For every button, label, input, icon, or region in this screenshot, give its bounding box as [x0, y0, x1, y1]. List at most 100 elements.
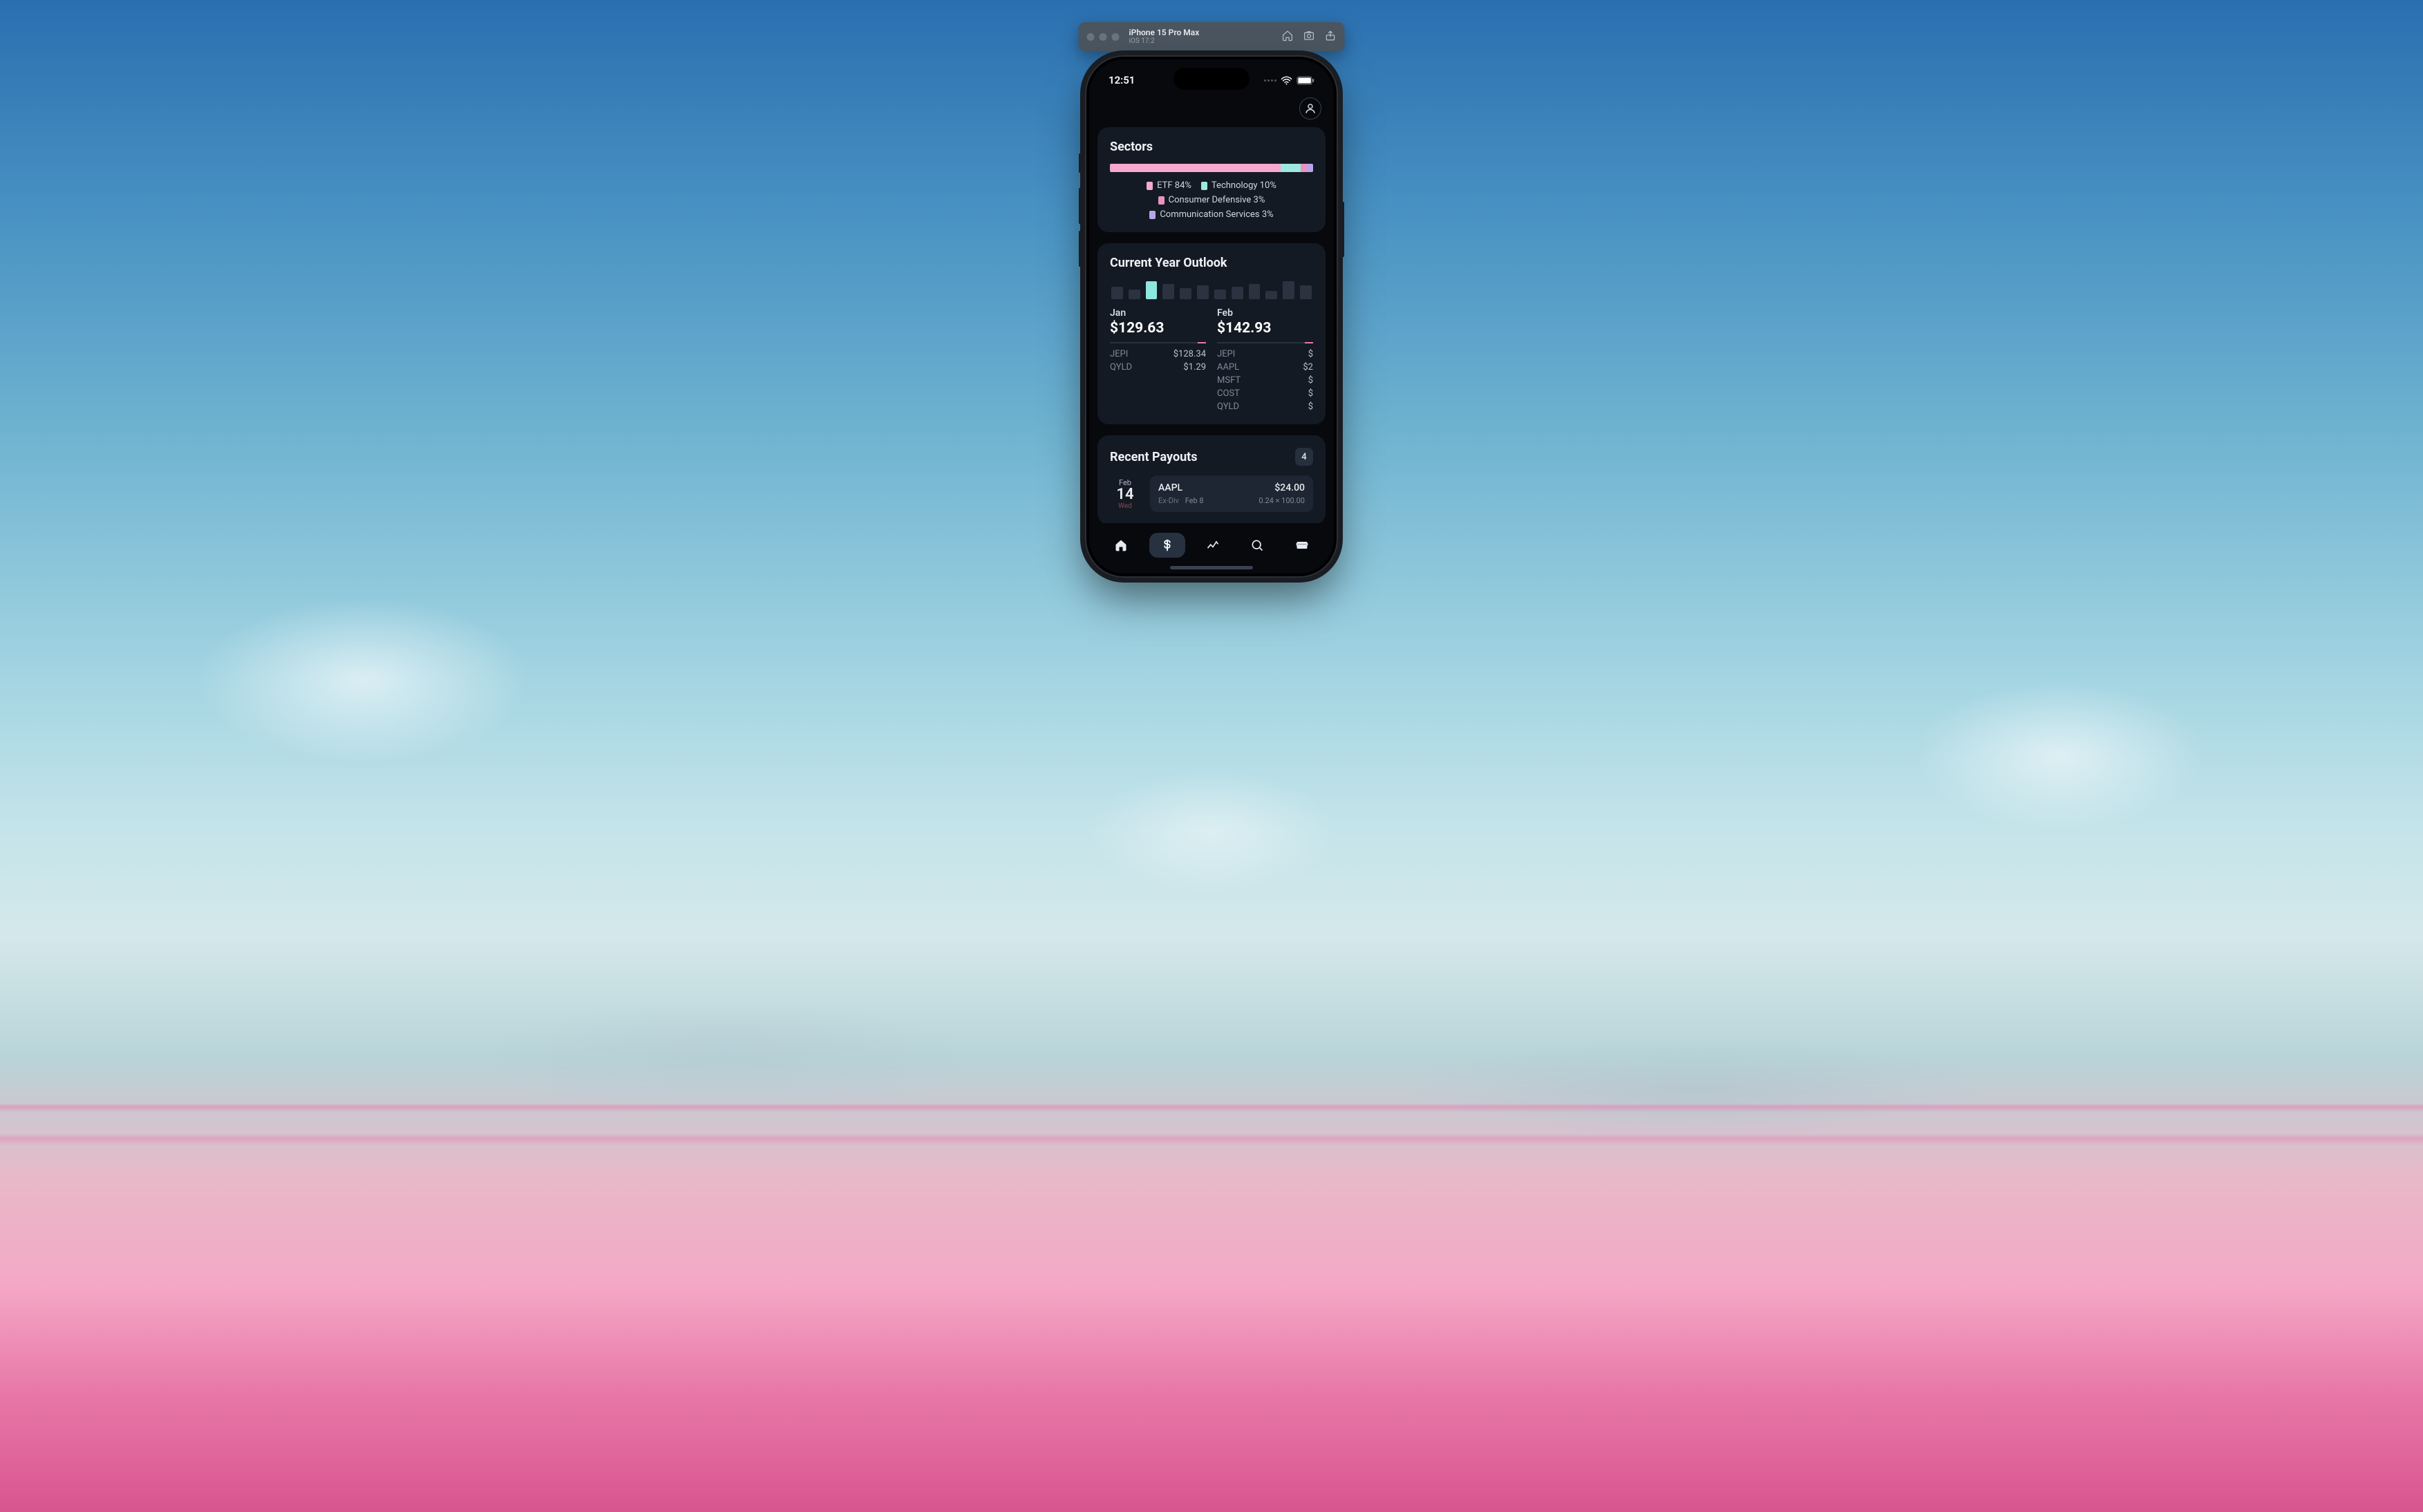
legend-item: Technology 10% [1201, 180, 1276, 191]
cellular-dots-icon [1264, 79, 1276, 82]
payout-breakdown: 0.24 × 100.00 [1258, 496, 1305, 505]
ticker-label: MSFT [1217, 375, 1241, 386]
amount-label: $ [1308, 375, 1313, 386]
amount-label: $ [1308, 401, 1313, 412]
wifi-icon [1281, 76, 1292, 85]
tab-card[interactable] [1285, 533, 1319, 558]
payout-amount: $24.00 [1274, 482, 1305, 493]
chart-line-icon [1206, 538, 1220, 552]
table-row: MSFT $ [1217, 375, 1313, 386]
ticker-label: QYLD [1110, 362, 1132, 372]
user-icon [1304, 102, 1317, 115]
payout-row: Feb 14 Wed AAPL $24.00 Ex-Div Feb 8 [1110, 475, 1313, 512]
device-frame: 12:51 Sectors ETF 84%Technology 10%Consu… [1086, 57, 1337, 576]
outlook-month-column: Feb$142.93JEPI$AAPL$2MSFT$COST$QYLD$ [1217, 308, 1313, 412]
dollar-icon [1160, 538, 1174, 552]
table-row: JEPI$128.34 [1110, 349, 1206, 359]
app-header [1089, 94, 1334, 127]
sectors-legend: ETF 84% Technology 10% Consumer Defensive … [1110, 180, 1313, 220]
table-row: QYLD$ [1217, 401, 1313, 412]
amount-label: $ [1308, 349, 1313, 359]
payout-ticker: AAPL [1158, 482, 1182, 493]
tab-bar [1089, 523, 1334, 565]
side-button-power [1342, 202, 1344, 257]
payouts-card: Recent Payouts 4 Feb 14 Wed AAPL $24.00 [1097, 435, 1326, 523]
payout-date-weekday: Wed [1118, 502, 1132, 510]
table-row: QYLD$1.29 [1110, 362, 1206, 372]
home-icon[interactable] [1282, 30, 1294, 44]
ticker-label: JEPI [1110, 349, 1128, 359]
payout-date-day: 14 [1116, 487, 1133, 502]
spark-bar [1197, 285, 1209, 299]
window-traffic-lights[interactable] [1087, 33, 1120, 41]
search-icon [1250, 538, 1264, 552]
payout-exdiv-date: Feb 8 [1185, 496, 1204, 505]
month-total: $142.93 [1217, 320, 1313, 337]
month-divider [1217, 342, 1313, 343]
spark-bar [1214, 290, 1226, 299]
outlook-month-column: Jan$129.63 JEPI$128.34 QYLD$1.29 [1110, 308, 1206, 412]
dynamic-island [1173, 68, 1250, 90]
month-total: $129.63 [1110, 320, 1206, 337]
simulator-actions [1282, 30, 1337, 44]
spark-bar [1180, 288, 1191, 299]
outlook-card: Current Year Outlook Jan$129.63 JEPI$128.… [1097, 243, 1326, 424]
legend-item: Consumer Defensive 3% [1158, 195, 1265, 205]
payouts-title: Recent Payouts [1110, 450, 1198, 464]
sector-segment [1307, 164, 1313, 172]
share-icon[interactable] [1325, 30, 1337, 44]
sector-segment [1281, 164, 1301, 172]
house-icon [1114, 538, 1128, 552]
side-button-vol-down [1079, 231, 1081, 267]
home-indicator[interactable] [1170, 566, 1253, 569]
battery-icon [1297, 76, 1314, 85]
profile-button[interactable] [1299, 97, 1321, 120]
month-divider [1110, 342, 1206, 343]
payout-exdiv-label: Ex-Div [1158, 496, 1179, 505]
outlook-sparkline [1110, 280, 1313, 299]
app-content: Sectors ETF 84%Technology 10%Consumer De… [1089, 127, 1334, 523]
legend-label: Consumer Defensive 3% [1169, 195, 1265, 205]
simulator-os-version: iOS 17.2 [1129, 37, 1282, 45]
wallpaper-horizon [0, 1088, 2423, 1240]
traffic-close[interactable] [1087, 33, 1095, 41]
legend-label: Communication Services 3% [1160, 209, 1273, 220]
sectors-card: Sectors ETF 84%Technology 10%Consumer De… [1097, 127, 1326, 232]
screenshot-icon[interactable] [1303, 30, 1315, 44]
tab-performance[interactable] [1196, 533, 1229, 558]
legend-item: Communication Services 3% [1149, 209, 1273, 220]
spark-bar [1129, 290, 1140, 299]
amount-label: $2 [1303, 362, 1313, 372]
month-name: Jan [1110, 308, 1206, 319]
simulator-device-name: iPhone 15 Pro Max [1129, 28, 1282, 37]
payout-item-card[interactable]: AAPL $24.00 Ex-Div Feb 8 0.24 × 100.00 [1150, 475, 1313, 512]
device-screen: 12:51 Sectors ETF 84%Technology 10%Consu… [1089, 59, 1334, 574]
status-time: 12:51 [1109, 74, 1135, 86]
outlook-columns: Jan$129.63 JEPI$128.34 QYLD$1.29 Feb$142.93… [1110, 308, 1313, 412]
sectors-stacked-bar [1110, 164, 1313, 172]
legend-swatch [1147, 182, 1153, 190]
payout-date: Feb 14 Wed [1110, 475, 1140, 512]
side-button-silence [1079, 153, 1081, 173]
table-row: AAPL$2 [1217, 362, 1313, 372]
tab-home[interactable] [1104, 533, 1138, 558]
tab-search[interactable] [1241, 533, 1274, 558]
payouts-count-badge[interactable]: 4 [1295, 448, 1313, 466]
spark-bar [1249, 284, 1261, 299]
traffic-zoom[interactable] [1112, 33, 1120, 41]
legend-item: ETF 84% [1147, 180, 1191, 191]
simulator-title-block: iPhone 15 Pro Max iOS 17.2 [1129, 28, 1282, 45]
legend-label: Technology 10% [1212, 180, 1276, 191]
outlook-title: Current Year Outlook [1110, 256, 1313, 270]
ticker-label: COST [1217, 388, 1240, 399]
spark-bar [1111, 287, 1123, 299]
legend-swatch [1158, 196, 1165, 205]
tab-dividends[interactable] [1149, 533, 1185, 558]
spark-bar [1283, 281, 1294, 299]
traffic-minimize[interactable] [1100, 33, 1107, 41]
spark-bar [1162, 284, 1174, 299]
spark-bar [1300, 285, 1312, 299]
spark-bar [1232, 287, 1243, 299]
month-name: Feb [1217, 308, 1313, 319]
table-row: COST$ [1217, 388, 1313, 399]
